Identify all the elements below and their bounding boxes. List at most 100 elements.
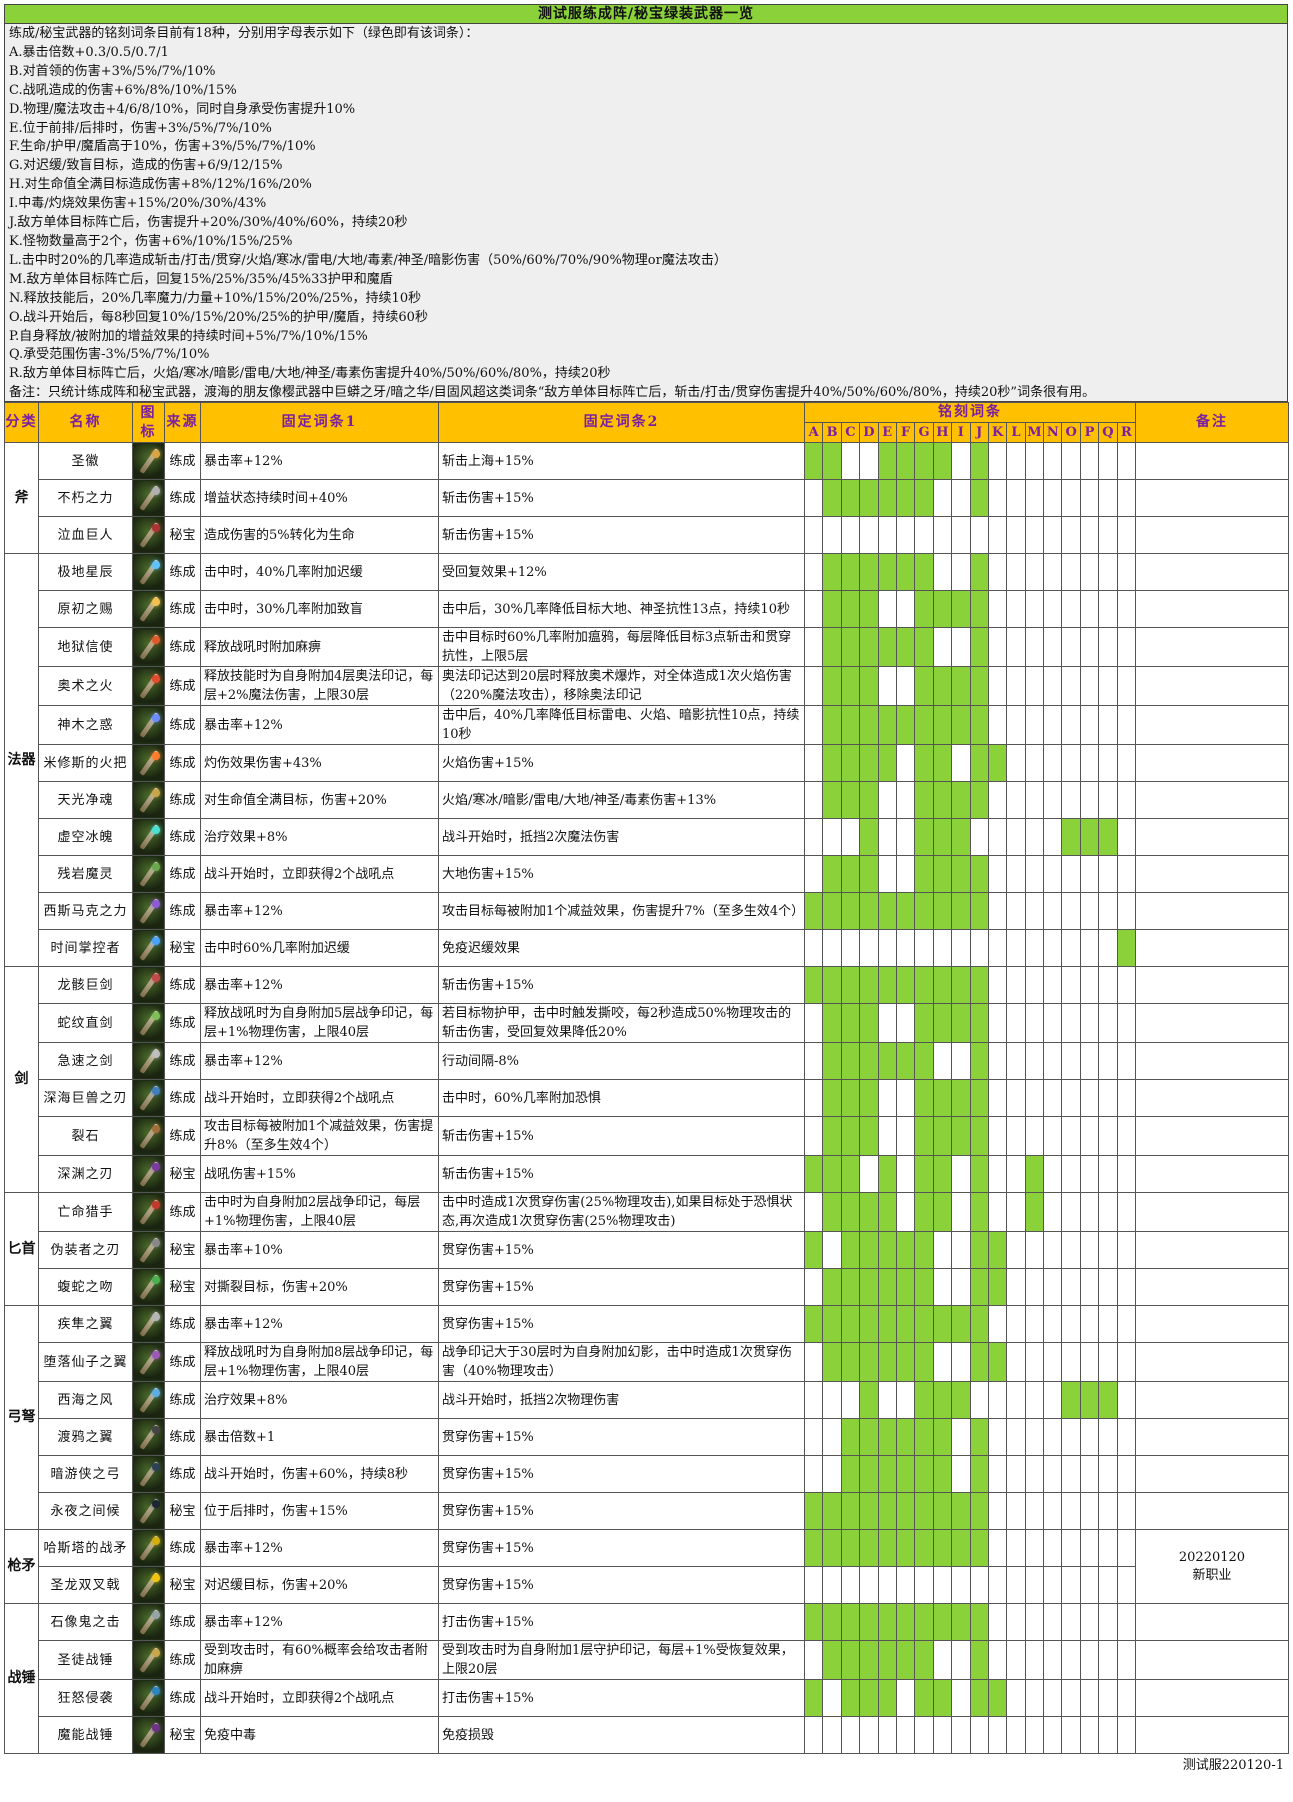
mark-fill (1118, 565, 1135, 579)
engrave-mark-j (969, 1268, 989, 1306)
mark-fill (879, 1129, 896, 1143)
engrave-mark-h (932, 516, 953, 554)
mark-fill (915, 528, 932, 542)
engrave-mark-p (1079, 1155, 1100, 1193)
mark-fill (897, 1243, 914, 1257)
engrave-mark-m (1024, 1231, 1045, 1269)
mark-fill (805, 565, 822, 579)
engrave-mark-o (1061, 1529, 1081, 1567)
table-row: 奥术之火 练成 释放技能时为自身附加4层奥法印记，每层+2%魔法伤害，上限30层 奥法… (5, 666, 1289, 706)
mark-fill (1062, 1430, 1079, 1444)
engrave-mark-j (969, 1529, 989, 1567)
mark-fill (989, 1243, 1006, 1257)
icon-gem (151, 1426, 160, 1434)
fixed-affix-2: 战争印记大于30层时为自身附加幻影，击中时造成1次贯穿伤害（40%物理攻击） (438, 1342, 805, 1382)
engrave-mark-p (1079, 553, 1100, 591)
mark-fill (1044, 1205, 1061, 1219)
sheet-title: 测试服练成阵/秘宝绿装武器一览 (4, 4, 1288, 24)
mark-fill (934, 1653, 951, 1667)
engrave-mark-a (803, 1381, 824, 1419)
engrave-mark-a (803, 666, 824, 706)
mark-fill (879, 1016, 896, 1030)
mark-fill (1062, 1393, 1079, 1407)
mark-fill (952, 1393, 969, 1407)
mark-fill (1026, 1054, 1043, 1068)
fixed-affix-1: 释放战吼时为自身附加5层战争印记，每层+1%物理伤害，上限40层 (200, 1003, 439, 1043)
header-engrave: 铭刻词条 (803, 402, 1137, 423)
engrave-mark-b (822, 1679, 842, 1717)
engrave-mark-n (1043, 516, 1063, 554)
mark-fill (879, 1728, 896, 1742)
engrave-mark-h (932, 1116, 953, 1156)
engrave-mark-d (859, 1529, 879, 1567)
engrave-mark-j (969, 744, 989, 782)
mark-fill (897, 1205, 914, 1219)
fixed-affix-1: 暴击倍数+1 (200, 1418, 439, 1456)
mark-fill (1099, 602, 1116, 616)
legend-item: A.暴击倍数+0.3/0.5/0.7/1 (9, 44, 169, 60)
source-cell: 练成 (164, 1192, 201, 1232)
header-name: 名称 (38, 402, 133, 443)
fixed-affix-1: 击中时60%几率附加迟缓 (200, 929, 439, 967)
engrave-mark-c (840, 892, 861, 930)
mark-fill (1099, 718, 1116, 732)
note-cell (1135, 1716, 1289, 1754)
engrave-mark-d (859, 1603, 879, 1641)
table-row: 圣龙双叉戟 秘宝 对迟缓目标，伤害+20% 贯穿伤害+15% (5, 1566, 1289, 1604)
engrave-mark-b (822, 479, 842, 517)
table-row: 蛇纹直剑 练成 释放战吼时为自身附加5层战争印记，每层+1%物理伤害，上限40层 若目… (5, 1003, 1289, 1043)
mark-fill (1081, 1016, 1098, 1030)
legend-item: M.敌方单体目标阵亡后，回复15%/25%/35%/45%33护甲和魔盾 (9, 271, 393, 287)
engrave-mark-r (1116, 1305, 1137, 1343)
mark-fill (1081, 867, 1098, 881)
engrave-mark-n (1043, 553, 1063, 591)
engrave-mark-g (914, 855, 934, 893)
engrave-mark-a (803, 744, 824, 782)
note-line: 新职业 (1192, 1567, 1232, 1583)
source-cell: 练成 (164, 1079, 201, 1117)
mark-fill (1081, 1054, 1098, 1068)
engrave-mark-l (1006, 1192, 1026, 1232)
legend-item: Q.承受范围伤害-3%/5%/7%/10% (9, 347, 210, 363)
mark-fill (860, 1467, 877, 1481)
note-cell (1135, 1192, 1289, 1232)
engrave-mark-c (840, 590, 861, 628)
mark-fill (971, 830, 988, 844)
mark-fill (897, 679, 914, 693)
mark-fill (823, 491, 840, 505)
icon-gem (151, 524, 160, 532)
mark-fill (805, 1091, 822, 1105)
engrave-mark-c (840, 929, 861, 967)
mark-fill (823, 1578, 840, 1592)
mark-fill (934, 1504, 951, 1518)
sword-icon (134, 968, 163, 1002)
mark-fill (934, 565, 951, 579)
mark-fill (823, 756, 840, 770)
note-cell (1135, 553, 1289, 591)
engrave-mark-f (895, 1492, 916, 1530)
mark-fill (860, 941, 877, 955)
mark-fill (1081, 454, 1098, 468)
mark-fill (1118, 718, 1135, 732)
mark-fill (1099, 941, 1116, 955)
engrave-mark-g (914, 744, 934, 782)
engrave-mark-r (1116, 1418, 1137, 1456)
mark-fill (842, 1653, 859, 1667)
engrave-mark-m (1024, 892, 1045, 930)
engrave-mark-o (1061, 1566, 1081, 1604)
mark-fill (915, 1091, 932, 1105)
engrave-mark-l (1006, 1455, 1026, 1493)
mark-fill (1007, 1317, 1024, 1331)
mark-fill (897, 1016, 914, 1030)
mark-fill (1044, 1541, 1061, 1555)
source-cell: 练成 (164, 1603, 201, 1641)
mark-fill (842, 640, 859, 654)
mark-fill (1062, 718, 1079, 732)
engrave-mark-b (822, 855, 842, 893)
mark-fill (805, 1504, 822, 1518)
mark-fill (971, 679, 988, 693)
engrave-mark-a (803, 1155, 824, 1193)
engrave-mark-a (803, 1116, 824, 1156)
mark-fill (1099, 830, 1116, 844)
header-fixed1: 固定词条1 (200, 402, 439, 443)
